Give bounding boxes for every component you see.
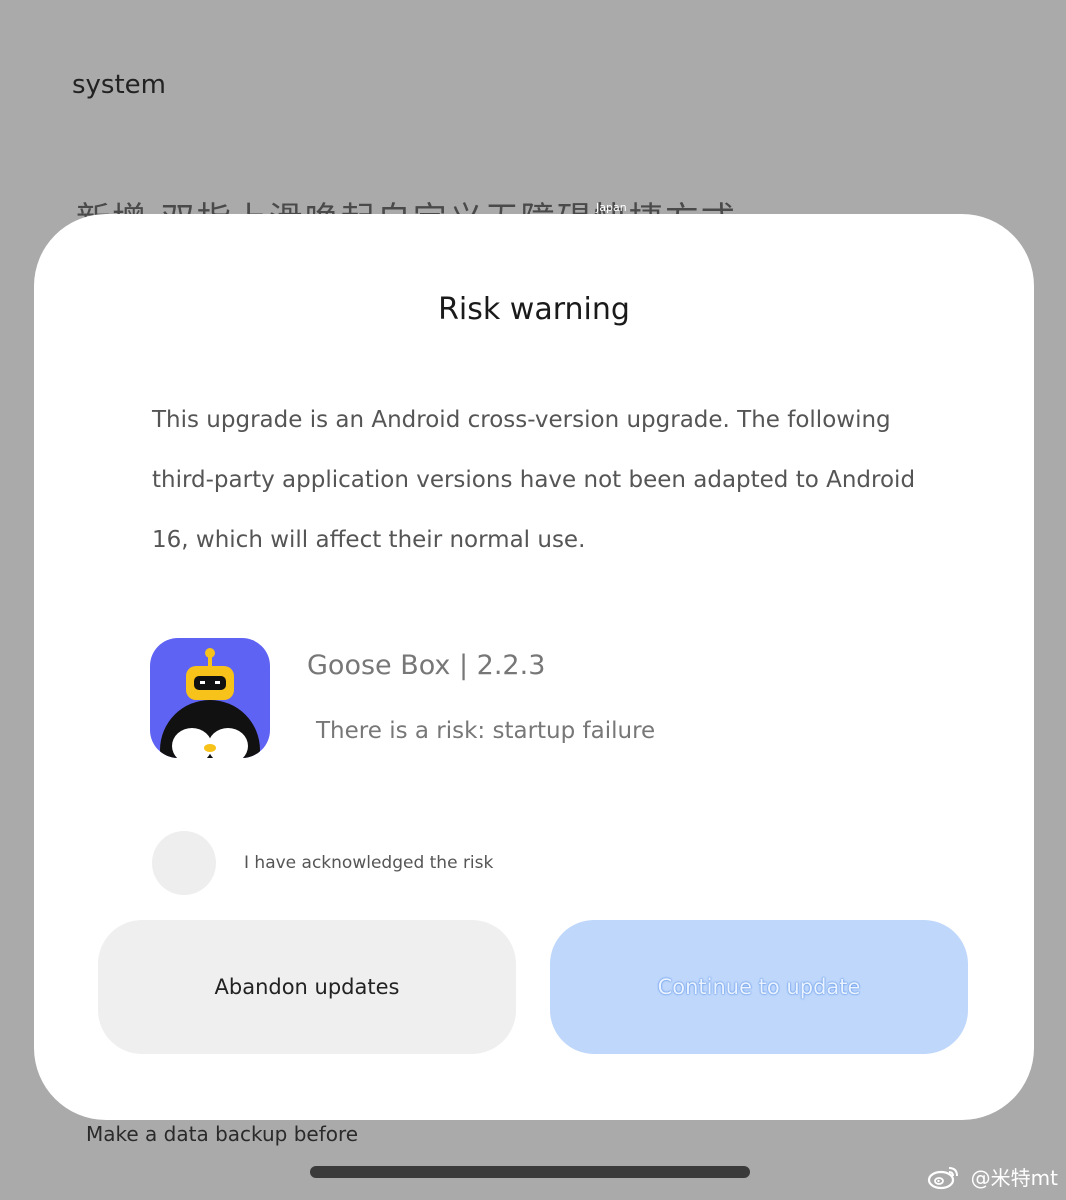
affected-app-row: Goose Box | 2.2.3 There is a risk: start… [150,638,950,762]
app-name-version: Goose Box | 2.2.3 [307,650,546,681]
continue-to-update-label: Continue to update [657,975,861,999]
continue-to-update-button[interactable]: Continue to update [550,920,968,1054]
watermark: @米特mt [927,1162,1058,1191]
acknowledge-label: I have acknowledged the risk [244,853,494,873]
abandon-updates-button[interactable]: Abandon updates [98,920,516,1054]
background-backup-text: Make a data backup before [86,1122,359,1146]
goose-box-app-icon [150,638,270,758]
dialog-message: This upgrade is an Android cross-version… [152,407,916,553]
watermark-text: @米特mt [970,1166,1058,1190]
dialog-title: Risk warning [438,292,630,327]
location-tag: Japan [596,201,627,214]
background-title: system [72,70,166,100]
weibo-icon [927,1166,958,1189]
home-indicator[interactable] [310,1166,750,1178]
app-risk-text: There is a risk: startup failure [316,718,656,744]
abandon-updates-label: Abandon updates [214,975,400,999]
acknowledge-radio-circle[interactable] [152,831,216,895]
risk-warning-dialog: Risk warning This upgrade is an Android … [34,214,1034,1120]
acknowledge-risk-checkbox[interactable]: I have acknowledged the risk [152,830,493,896]
